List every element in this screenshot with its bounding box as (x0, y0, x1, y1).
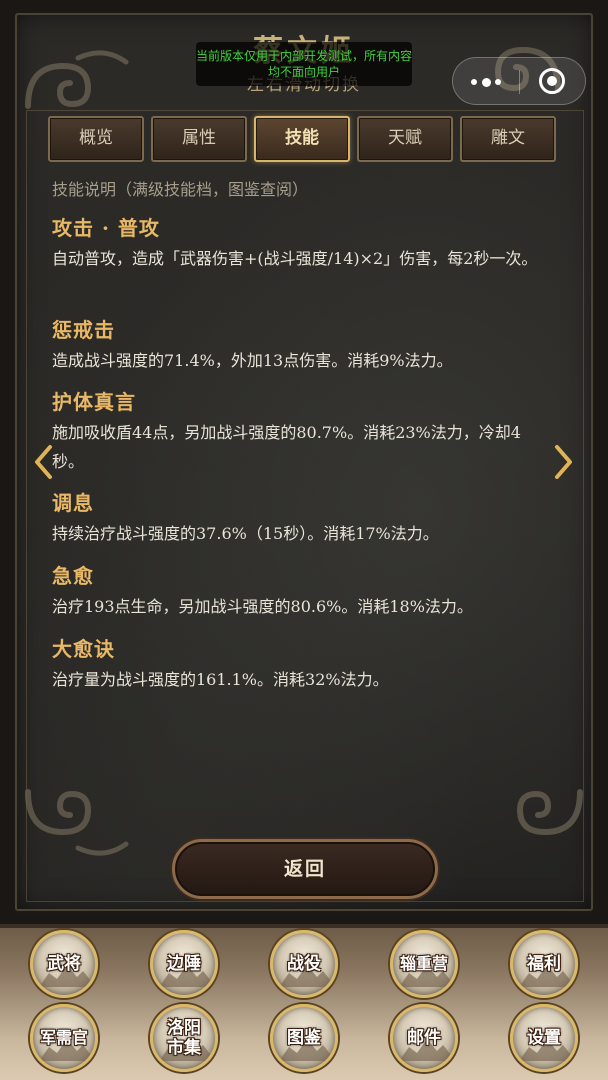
close-icon[interactable] (539, 68, 565, 94)
skill-description: 持续治疗战斗强度的37.6%（15秒）。消耗17%法力。 (52, 524, 439, 543)
nav-button-campaign[interactable]: 战役 (270, 930, 338, 998)
tab-glyphs[interactable]: 雕文 (460, 116, 556, 162)
nav-button-label: 军需官 (39, 1028, 88, 1047)
nav-button-label: 洛阳市集 (167, 1018, 201, 1058)
nav-button-settings[interactable]: 设置 (510, 1004, 578, 1072)
nav-button-label: 福利 (527, 954, 561, 974)
skill-entry: 攻击 · 普攻 自动普攻，造成「武器伤害+(战斗强度/14)×2」伤害，每2秒一… (52, 214, 552, 273)
chevron-left-icon[interactable] (32, 444, 54, 480)
return-button[interactable]: 返回 (172, 839, 438, 899)
skill-entry: 护体真言 施加吸收盾44点，另加战斗强度的80.7%。消耗23%法力，冷却4秒。 (52, 388, 552, 476)
nav-button-frontier[interactable]: 边陲 (150, 930, 218, 998)
skill-description: 造成战斗强度的71.4%，外加13点伤害。消耗9%法力。 (52, 351, 453, 370)
skill-name: 大愈诀 (52, 637, 115, 661)
nav-button-label: 邮件 (407, 1028, 441, 1048)
cloud-ornament-icon (470, 772, 590, 862)
skill-name: 护体真言 (52, 390, 136, 414)
skill-name: 调息 (52, 491, 94, 515)
nav-button-label: 边陲 (167, 954, 201, 974)
nav-button-label: 辎重营 (399, 954, 448, 973)
skills-caption: 技能说明（满级技能档，图鉴查阅） (52, 180, 309, 199)
skill-name: 急愈 (52, 564, 94, 588)
nav-button-luoyang-market[interactable]: 洛阳市集 (150, 1004, 218, 1072)
nav-button-label: 图鉴 (287, 1028, 321, 1048)
nav-button-mail[interactable]: 邮件 (390, 1004, 458, 1072)
more-icon[interactable] (471, 72, 501, 92)
tab-skills[interactable]: 技能 (254, 116, 350, 162)
nav-button-quartermaster[interactable]: 军需官 (30, 1004, 98, 1072)
tab-talents[interactable]: 天赋 (357, 116, 453, 162)
nav-button-label: 战役 (287, 954, 321, 974)
tab-bar: 概览 属性 技能 天赋 雕文 (48, 116, 556, 162)
nav-button-welfare[interactable]: 福利 (510, 930, 578, 998)
dev-notice: 当前版本仅用于内部开发测试，所有内容均不面向用户 (196, 42, 412, 86)
skill-entry: 大愈诀 治疗量为战斗强度的161.1%。消耗32%法力。 (52, 635, 552, 694)
tab-overview[interactable]: 概览 (48, 116, 144, 162)
capsule-divider (519, 70, 520, 94)
skill-entry: 调息 持续治疗战斗强度的37.6%（15秒）。消耗17%法力。 (52, 489, 552, 548)
nav-button-label: 武将 (47, 954, 81, 974)
nav-button-label: 设置 (527, 1028, 561, 1048)
skill-description: 治疗193点生命，另加战斗强度的80.6%。消耗18%法力。 (52, 597, 473, 616)
chevron-right-icon[interactable] (553, 444, 575, 480)
skill-entry: 急愈 治疗193点生命，另加战斗强度的80.6%。消耗18%法力。 (52, 562, 552, 621)
mini-program-capsule (452, 57, 586, 105)
skill-description: 自动普攻，造成「武器伤害+(战斗强度/14)×2」伤害，每2秒一次。 (52, 249, 538, 268)
nav-button-codex[interactable]: 图鉴 (270, 1004, 338, 1072)
skill-description: 施加吸收盾44点，另加战斗强度的80.7%。消耗23%法力，冷却4秒。 (52, 423, 521, 471)
skill-entry: 惩戒击 造成战斗强度的71.4%，外加13点伤害。消耗9%法力。 (52, 316, 552, 375)
nav-button-supply-camp[interactable]: 辎重营 (390, 930, 458, 998)
skill-description: 治疗量为战斗强度的161.1%。消耗32%法力。 (52, 670, 389, 689)
tab-attributes[interactable]: 属性 (151, 116, 247, 162)
cloud-ornament-icon (18, 772, 138, 862)
skill-name: 惩戒击 (52, 318, 115, 342)
skill-name: 攻击 · 普攻 (52, 216, 160, 240)
nav-button-generals[interactable]: 武将 (30, 930, 98, 998)
